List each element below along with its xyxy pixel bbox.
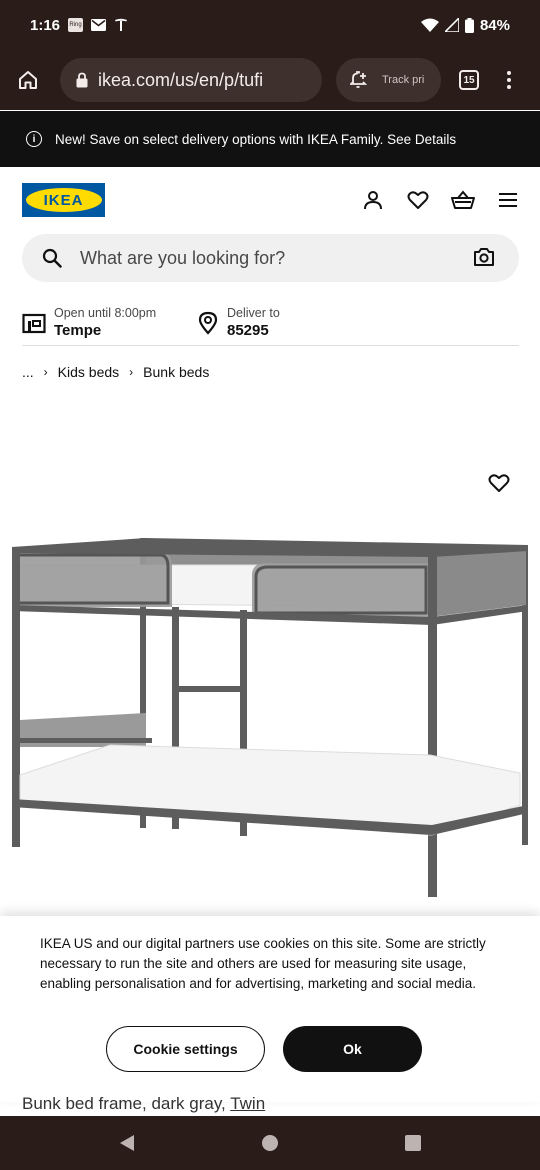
deliver-label: Deliver to <box>227 306 280 320</box>
status-time: 1:16 <box>30 16 61 34</box>
account-button[interactable] <box>361 188 385 212</box>
promo-text: New! Save on select delivery options wit… <box>55 131 457 147</box>
status-bar: 1:16 Ring 84% <box>0 0 540 50</box>
store-text: Open until 8:00pm Tempe <box>54 306 156 339</box>
url-text: ikea.com/us/en/p/tufi <box>98 69 264 90</box>
dot-icon <box>507 85 511 89</box>
ring-app-icon: Ring <box>68 18 84 32</box>
delivery-selector[interactable]: Deliver to 85295 <box>197 300 280 345</box>
store-hours: Open until 8:00pm <box>54 306 157 320</box>
bunk-bed-image <box>12 538 528 897</box>
breadcrumb-bunk-beds[interactable]: Bunk beds <box>143 364 209 380</box>
recents-icon[interactable] <box>404 1134 422 1152</box>
basket-icon <box>451 190 475 209</box>
add-to-favorites-button[interactable] <box>488 473 510 498</box>
lock-icon <box>76 72 88 88</box>
battery-icon <box>464 17 474 33</box>
back-icon[interactable] <box>118 1134 136 1152</box>
deliver-zip: 85295 <box>227 322 269 339</box>
home-circle-icon[interactable] <box>261 1134 279 1152</box>
logo-oval: IKEA <box>25 188 102 212</box>
accept-cookies-button[interactable]: Ok <box>283 1026 422 1072</box>
breadcrumb-ellipsis[interactable]: ... <box>22 364 34 380</box>
visual-search-button[interactable] <box>473 247 495 272</box>
mail-icon <box>91 19 107 31</box>
product-image-area <box>0 395 540 920</box>
cookie-consent-panel: IKEA US and our digital partners use coo… <box>0 916 540 1102</box>
location-pin-icon <box>198 311 218 335</box>
ikea-logo[interactable]: IKEA <box>22 183 105 217</box>
wifi-icon <box>420 18 439 32</box>
browser-toolbar: ikea.com/us/en/p/tufi Track pri 15 <box>0 50 540 110</box>
favorites-button[interactable] <box>406 188 430 212</box>
store-selector[interactable]: Open until 8:00pm Tempe <box>22 300 197 345</box>
cart-button[interactable] <box>451 188 475 212</box>
system-nav-bar <box>0 1116 540 1170</box>
cookie-settings-button[interactable]: Cookie settings <box>106 1026 265 1072</box>
promo-banner[interactable]: i New! Save on select delivery options w… <box>0 111 540 167</box>
tab-switcher-button[interactable]: 15 <box>459 70 479 90</box>
logo-text: IKEA <box>43 191 84 209</box>
info-icon: i <box>26 131 42 147</box>
menu-button[interactable] <box>496 188 520 212</box>
search-placeholder: What are you looking for? <box>80 247 286 268</box>
breadcrumb-kids-beds[interactable]: Kids beds <box>58 364 119 380</box>
status-right: 84% <box>420 16 510 34</box>
home-button[interactable] <box>10 62 46 98</box>
dot-icon <box>507 71 511 75</box>
battery-percent: 84% <box>479 16 510 34</box>
cookie-buttons: Cookie settings Ok <box>40 1026 500 1072</box>
signal-icon <box>444 18 459 32</box>
store-delivery-row: Open until 8:00pm Tempe Deliver to 85295 <box>22 300 519 346</box>
home-icon <box>19 71 37 89</box>
store-icon <box>22 313 46 333</box>
track-price-label: Track pri <box>382 74 425 86</box>
breadcrumb: ... › Kids beds › Bunk beds <box>22 364 209 380</box>
address-bar[interactable]: ikea.com/us/en/p/tufi <box>60 58 322 102</box>
dot-icon <box>507 78 511 82</box>
bell-plus-icon <box>350 71 368 88</box>
chevron-right-icon: › <box>129 365 134 379</box>
heart-icon <box>488 474 510 492</box>
store-name: Tempe <box>54 322 102 339</box>
hamburger-icon <box>499 193 517 207</box>
cookie-text: IKEA US and our digital partners use coo… <box>40 936 486 991</box>
user-icon <box>364 191 382 210</box>
status-notification-icons: Ring <box>68 18 128 32</box>
camera-icon <box>474 248 494 266</box>
more-menu-button[interactable] <box>499 71 519 89</box>
track-price-button[interactable]: Track pri <box>336 58 441 102</box>
heart-icon <box>407 191 429 209</box>
search-input[interactable]: What are you looking for? <box>22 234 519 282</box>
tesla-icon <box>115 18 128 31</box>
header-actions <box>361 188 520 212</box>
chevron-right-icon: › <box>43 365 48 379</box>
delivery-text: Deliver to 85295 <box>227 306 280 339</box>
size-link[interactable]: Twin <box>230 1094 265 1113</box>
search-icon <box>42 248 62 268</box>
product-title-text: Bunk bed frame, dark gray, <box>22 1094 231 1113</box>
product-title: Bunk bed frame, dark gray, Twin <box>22 1094 265 1114</box>
